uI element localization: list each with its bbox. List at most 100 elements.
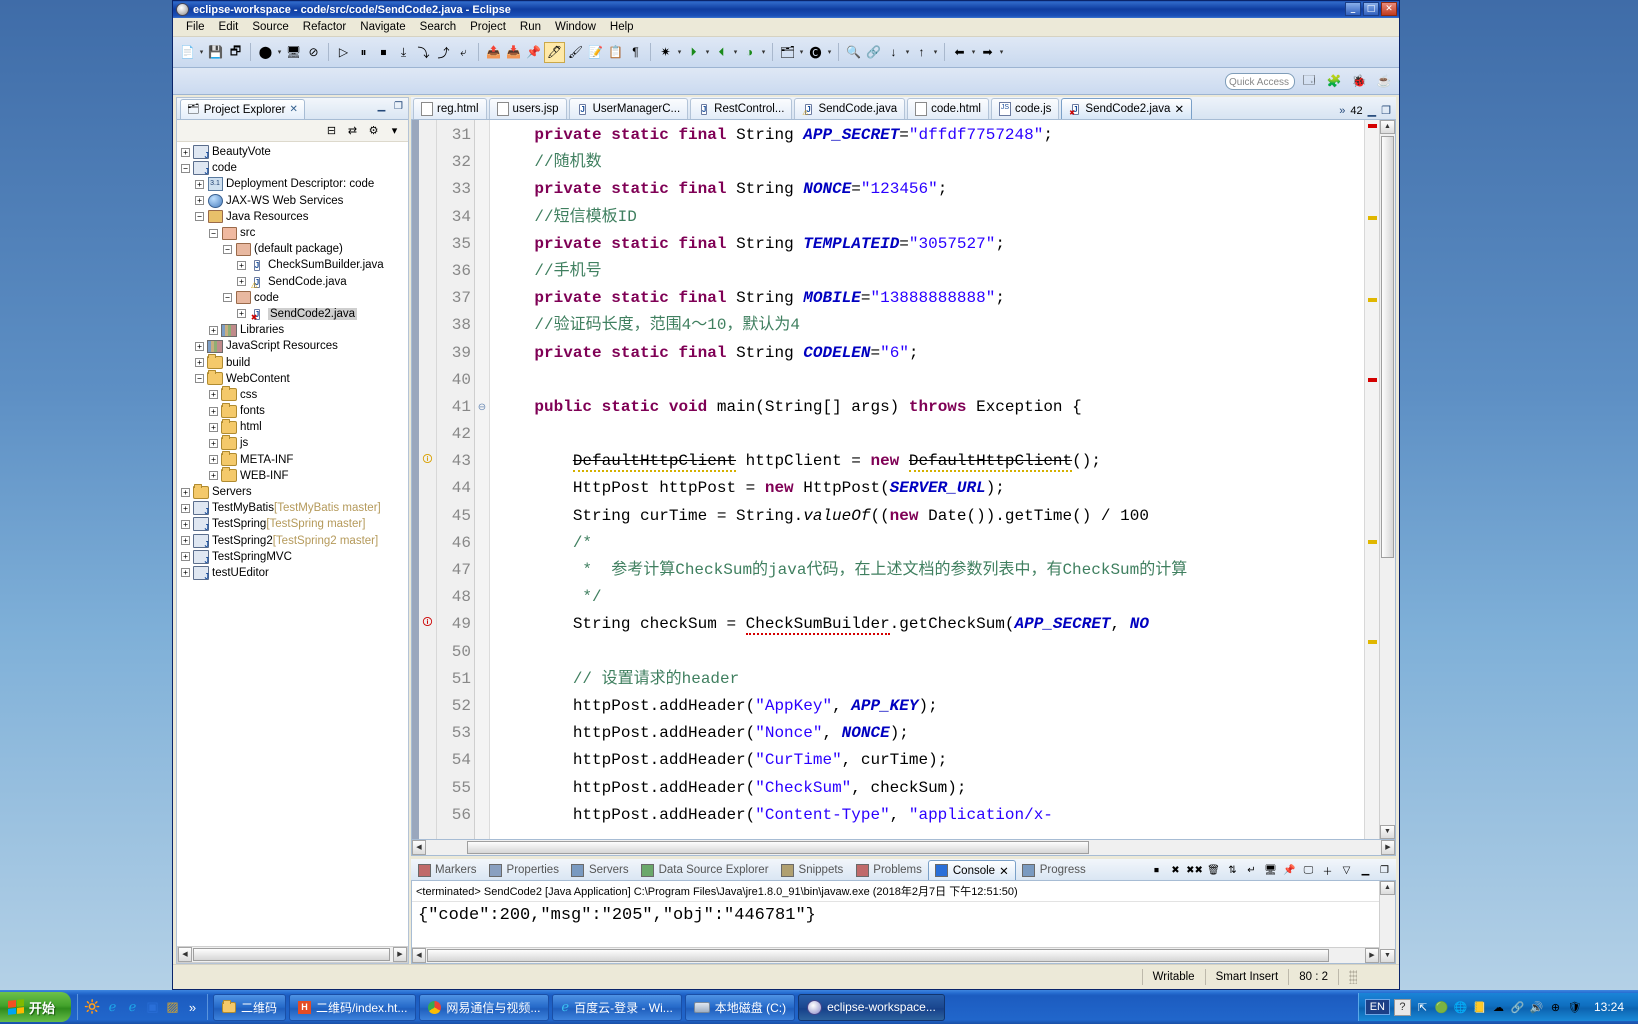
menu-edit[interactable]: Edit: [212, 20, 246, 34]
remove-launch-icon[interactable]: ✖: [1168, 863, 1183, 878]
terminate-icon[interactable]: ⏹: [374, 43, 393, 62]
code-line[interactable]: private static final String APP_SECRET="…: [496, 122, 1364, 149]
search-icon[interactable]: 🔍: [844, 43, 863, 62]
tree-hscroll-thumb[interactable]: [193, 948, 390, 961]
maximize-icon[interactable]: ❐: [392, 100, 405, 113]
external-tools-icon[interactable]: ✷: [656, 43, 675, 62]
minimize-icon[interactable]: ▁: [1368, 104, 1376, 117]
media-player-icon[interactable]: ▣: [144, 999, 161, 1016]
editor-tab-overflow-icon[interactable]: »: [1339, 105, 1345, 117]
scroll-down-button[interactable]: ▼: [1380, 949, 1395, 963]
editor-tab[interactable]: J ⚠ SendCode.java: [794, 98, 906, 119]
code-line[interactable]: private static final String MOBILE="1388…: [496, 285, 1364, 312]
open-task-icon[interactable]: 🔗: [864, 43, 883, 62]
expand-toggle-icon[interactable]: +: [181, 552, 190, 562]
editor-vscrollbar[interactable]: ▲ ▼: [1379, 120, 1395, 839]
view-menu-icon[interactable]: ▽: [1339, 863, 1354, 878]
menu-search[interactable]: Search: [413, 20, 463, 34]
display-selected-console-icon[interactable]: 🖵: [1301, 863, 1316, 878]
scroll-right-button[interactable]: ▶: [1381, 840, 1395, 855]
console-tab[interactable]: Markers: [411, 860, 483, 880]
scroll-left-button[interactable]: ◀: [178, 947, 192, 962]
editor-tab[interactable]: users.jsp: [488, 98, 567, 119]
run-icon[interactable]: ⏵: [684, 43, 703, 62]
show-desktop-icon[interactable]: 🔆: [84, 999, 101, 1016]
back-dropdown-icon[interactable]: ▾: [970, 43, 977, 62]
tree-item[interactable]: − WebContent: [179, 370, 408, 387]
code-line[interactable]: // 设置请求的header: [496, 666, 1364, 693]
tree-item[interactable]: + js: [179, 434, 408, 451]
editor-tab[interactable]: J ✖ SendCode2.java ✕: [1061, 98, 1193, 119]
step-into-icon[interactable]: ⤓: [394, 43, 413, 62]
console-tab[interactable]: Servers: [565, 860, 635, 880]
suspend-icon[interactable]: ⏸: [354, 43, 373, 62]
close-icon[interactable]: ✕: [1174, 102, 1184, 116]
taskbar-task[interactable]: ℯ 百度云-登录 - Wi...: [552, 993, 682, 1021]
step-return-icon[interactable]: ⤴: [434, 43, 453, 62]
tree-item[interactable]: +3.1 Deployment Descriptor: code: [179, 176, 408, 192]
new-class-icon[interactable]: 🅒: [806, 43, 825, 62]
scroll-up-button[interactable]: ▲: [1380, 881, 1395, 895]
forward-dropdown-icon[interactable]: ▾: [998, 43, 1005, 62]
tree-item[interactable]: + TestMyBatis [TestMyBatis master]: [179, 500, 408, 516]
cloud-icon[interactable]: ☁: [1491, 1000, 1506, 1015]
code-line[interactable]: httpPost.addHeader("CurTime", curTime);: [496, 747, 1364, 774]
resize-grip[interactable]: [1339, 969, 1399, 985]
code-line[interactable]: private static final String NONCE="12345…: [496, 176, 1364, 203]
menu-source[interactable]: Source: [245, 20, 295, 34]
taskbar-task[interactable]: 本地磁盘 (C:): [684, 993, 796, 1021]
error-marker-icon[interactable]: 🛈: [419, 609, 436, 636]
tray-expand-icon[interactable]: ⇱: [1415, 1000, 1430, 1015]
quick-access-input[interactable]: Quick Access: [1225, 72, 1295, 90]
ie-browser-icon[interactable]: ℯ: [104, 999, 121, 1016]
expand-toggle-icon[interactable]: +: [181, 147, 190, 157]
profile-icon[interactable]: ◑: [740, 43, 759, 62]
pin-console-icon[interactable]: 📌: [524, 43, 543, 62]
notepad-icon[interactable]: ▨: [164, 999, 181, 1016]
editor-vscroll-thumb[interactable]: [1381, 136, 1394, 558]
code-line[interactable]: public static void main(String[] args) t…: [496, 394, 1364, 421]
code-line[interactable]: DefaultHttpClient httpClient = new Defau…: [496, 448, 1364, 475]
code-line[interactable]: [496, 421, 1364, 448]
code-line[interactable]: * 参考计算CheckSum的java代码，在上述文档的参数列表中，有Check…: [496, 557, 1364, 584]
close-button[interactable]: ✕: [1381, 2, 1397, 16]
open-console-icon[interactable]: ＋: [1320, 863, 1335, 878]
tree-item[interactable]: − code: [179, 160, 408, 176]
help-icon[interactable]: ?: [1393, 998, 1411, 1016]
editor-body[interactable]: 🛈 🛈 31 32 33 34 35 36 37 38 39 40 41 42 43 44 45 46 47 48 4…: [411, 120, 1396, 840]
collapse-toggle-icon[interactable]: −: [223, 244, 232, 254]
expand-toggle-icon[interactable]: +: [237, 277, 246, 287]
next-annotation-dropdown-icon[interactable]: ▾: [904, 43, 911, 62]
new-wizard-icon[interactable]: 📄: [178, 43, 197, 62]
scroll-left-button[interactable]: ◀: [412, 840, 426, 855]
new-java-project-dropdown-icon[interactable]: ▾: [798, 43, 805, 62]
sharing-icon[interactable]: 🔗: [1510, 1000, 1525, 1015]
expand-toggle-icon[interactable]: +: [237, 260, 246, 270]
save-icon[interactable]: 💾: [206, 43, 225, 62]
view-menu-icon[interactable]: ⚙: [366, 123, 381, 138]
warning-marker-icon[interactable]: 🛈: [419, 446, 436, 473]
step-over-icon[interactable]: ⤵: [414, 43, 433, 62]
menu-refactor[interactable]: Refactor: [296, 20, 353, 34]
menu-navigate[interactable]: Navigate: [353, 20, 412, 34]
code-line[interactable]: [496, 367, 1364, 394]
code-line[interactable]: httpPost.addHeader("CheckSum", checkSum)…: [496, 775, 1364, 802]
scroll-down-button[interactable]: ▼: [1380, 825, 1395, 839]
menu-help[interactable]: Help: [603, 20, 641, 34]
tree-item[interactable]: + css: [179, 386, 408, 403]
expand-toggle-icon[interactable]: +: [195, 341, 204, 351]
tree-hscrollbar[interactable]: ◀ ▶: [177, 946, 408, 963]
expand-toggle-icon[interactable]: +: [237, 309, 246, 319]
project-tree[interactable]: +BeautyVote−code+3.1Deployment Descripto…: [177, 142, 408, 946]
code-line[interactable]: //手机号: [496, 258, 1364, 285]
save-all-icon[interactable]: 🗗: [226, 43, 245, 62]
tree-item[interactable]: + TestSpringMVC: [179, 549, 408, 565]
scroll-right-button[interactable]: ▶: [393, 947, 407, 962]
editor-hscroll-thumb[interactable]: [467, 841, 1089, 854]
start-button[interactable]: 开始: [0, 992, 72, 1022]
tree-item[interactable]: + JavaScript Resources: [179, 338, 408, 354]
console-tab[interactable]: Console ✕: [927, 860, 1016, 880]
collapse-all-icon[interactable]: ⊟: [324, 123, 339, 138]
expand-toggle-icon[interactable]: +: [181, 536, 190, 546]
import-icon[interactable]: 📥: [504, 43, 523, 62]
